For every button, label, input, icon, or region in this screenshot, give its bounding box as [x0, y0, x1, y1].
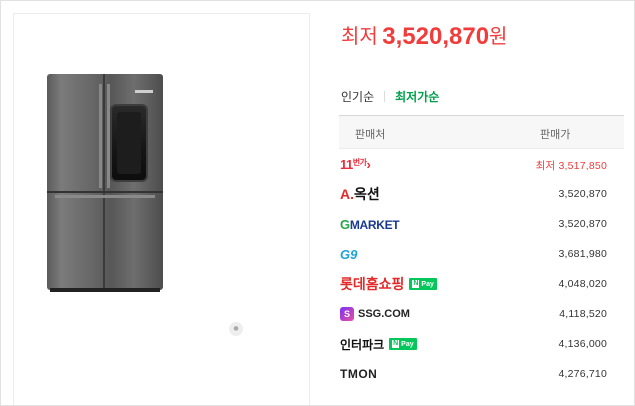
logo-11st-main: 11 — [340, 156, 353, 172]
seller-logo-11st[interactable]: 11번가› — [340, 156, 371, 172]
npay-text: Pay — [401, 340, 414, 348]
fridge-handle-left — [99, 84, 102, 188]
table-header: 판매처 판매가 — [339, 115, 624, 149]
seller-price-table: 판매처 판매가 11번가› 최저 3,517,850 A.옥션 3,520,87… — [339, 115, 624, 389]
price-label: 최저 — [341, 26, 378, 48]
row-amount[interactable]: 3,681,980 — [558, 248, 607, 260]
seller-logo-tmon[interactable]: TMON — [340, 366, 377, 382]
logo-gmarket-text: MARKET — [349, 217, 400, 232]
row-amount[interactable]: 3,520,870 — [558, 218, 607, 230]
tab-popular[interactable]: 인기순 — [341, 88, 374, 105]
npay-n: N — [412, 280, 420, 288]
row-amount[interactable]: 4,276,710 — [558, 368, 607, 380]
header-price: 판매가 — [540, 128, 571, 141]
energy-badge-icon: ● — [229, 322, 243, 336]
logo-auction-mark: A. — [340, 186, 354, 202]
logo-11st-sub: 번가 — [352, 157, 367, 167]
seller-logo-ssg[interactable]: S SSG.COM — [340, 306, 410, 322]
fridge-handle-bottom — [55, 195, 155, 198]
table-row[interactable]: TMON 4,276,710 — [339, 359, 624, 389]
npay-text: Pay — [421, 280, 434, 288]
fridge-window-inner — [117, 112, 141, 174]
seller-logo-g9[interactable]: G9 — [340, 246, 357, 262]
fridge-brand-logo — [135, 90, 153, 93]
npay-badge-icon: N Pay — [409, 278, 437, 290]
tab-divider — [384, 91, 386, 102]
fridge-door-split — [103, 74, 105, 290]
tab-lowest-price[interactable]: 최저가순 — [395, 88, 439, 105]
table-row[interactable]: G9 3,681,980 — [339, 239, 624, 269]
fridge-showcase-window — [110, 104, 148, 182]
seller-logo-auction[interactable]: A.옥션 — [340, 186, 380, 202]
npay-n: N — [392, 340, 400, 348]
row-amount[interactable]: 4,048,020 — [558, 278, 607, 290]
seller-logo-gmarket[interactable]: GMARKET — [340, 216, 400, 232]
logo-ssg-text: SSG.COM — [358, 308, 410, 320]
logo-lotte-text: 롯데홈쇼핑 — [340, 276, 405, 292]
ssg-mark-icon: S — [340, 307, 354, 321]
logo-interpark-text: 인터파크 — [340, 337, 385, 352]
table-row[interactable]: GMARKET 3,520,870 — [339, 209, 624, 239]
price-value: 3,520,870 — [382, 23, 490, 50]
logo-auction-text: 옥션 — [354, 186, 380, 202]
row-amount[interactable]: 4,136,000 — [558, 338, 607, 350]
row-amount[interactable]: 최저 3,517,850 — [536, 158, 607, 173]
npay-badge-icon: N Pay — [389, 338, 417, 350]
table-row[interactable]: 인터파크 N Pay 4,136,000 — [339, 329, 624, 359]
fridge-freezer-split — [47, 191, 163, 193]
row-amount[interactable]: 3,520,870 — [558, 188, 607, 200]
lowest-price-header: 최저 3,520,870원 — [341, 20, 507, 51]
table-row[interactable]: 11번가› 최저 3,517,850 — [339, 149, 624, 179]
seller-logo-lotte[interactable]: 롯데홈쇼핑 N Pay — [340, 276, 437, 292]
refrigerator-product-image[interactable] — [47, 74, 163, 292]
seller-logo-interpark[interactable]: 인터파크 N Pay — [340, 336, 417, 352]
header-seller: 판매처 — [355, 128, 386, 141]
row-amount[interactable]: 4,118,520 — [559, 308, 607, 320]
fridge-base — [50, 288, 160, 292]
table-row[interactable]: 롯데홈쇼핑 N Pay 4,048,020 — [339, 269, 624, 299]
logo-tmon-text: TMON — [340, 367, 378, 381]
table-row[interactable]: S SSG.COM 4,118,520 — [339, 299, 624, 329]
sort-tabs: 인기순 최저가순 — [341, 88, 439, 105]
price-unit: 원 — [489, 26, 508, 48]
logo-gmarket-mark: G — [340, 216, 350, 232]
logo-g9-text: G9 — [340, 246, 358, 262]
table-row[interactable]: A.옥션 3,520,870 — [339, 179, 624, 209]
